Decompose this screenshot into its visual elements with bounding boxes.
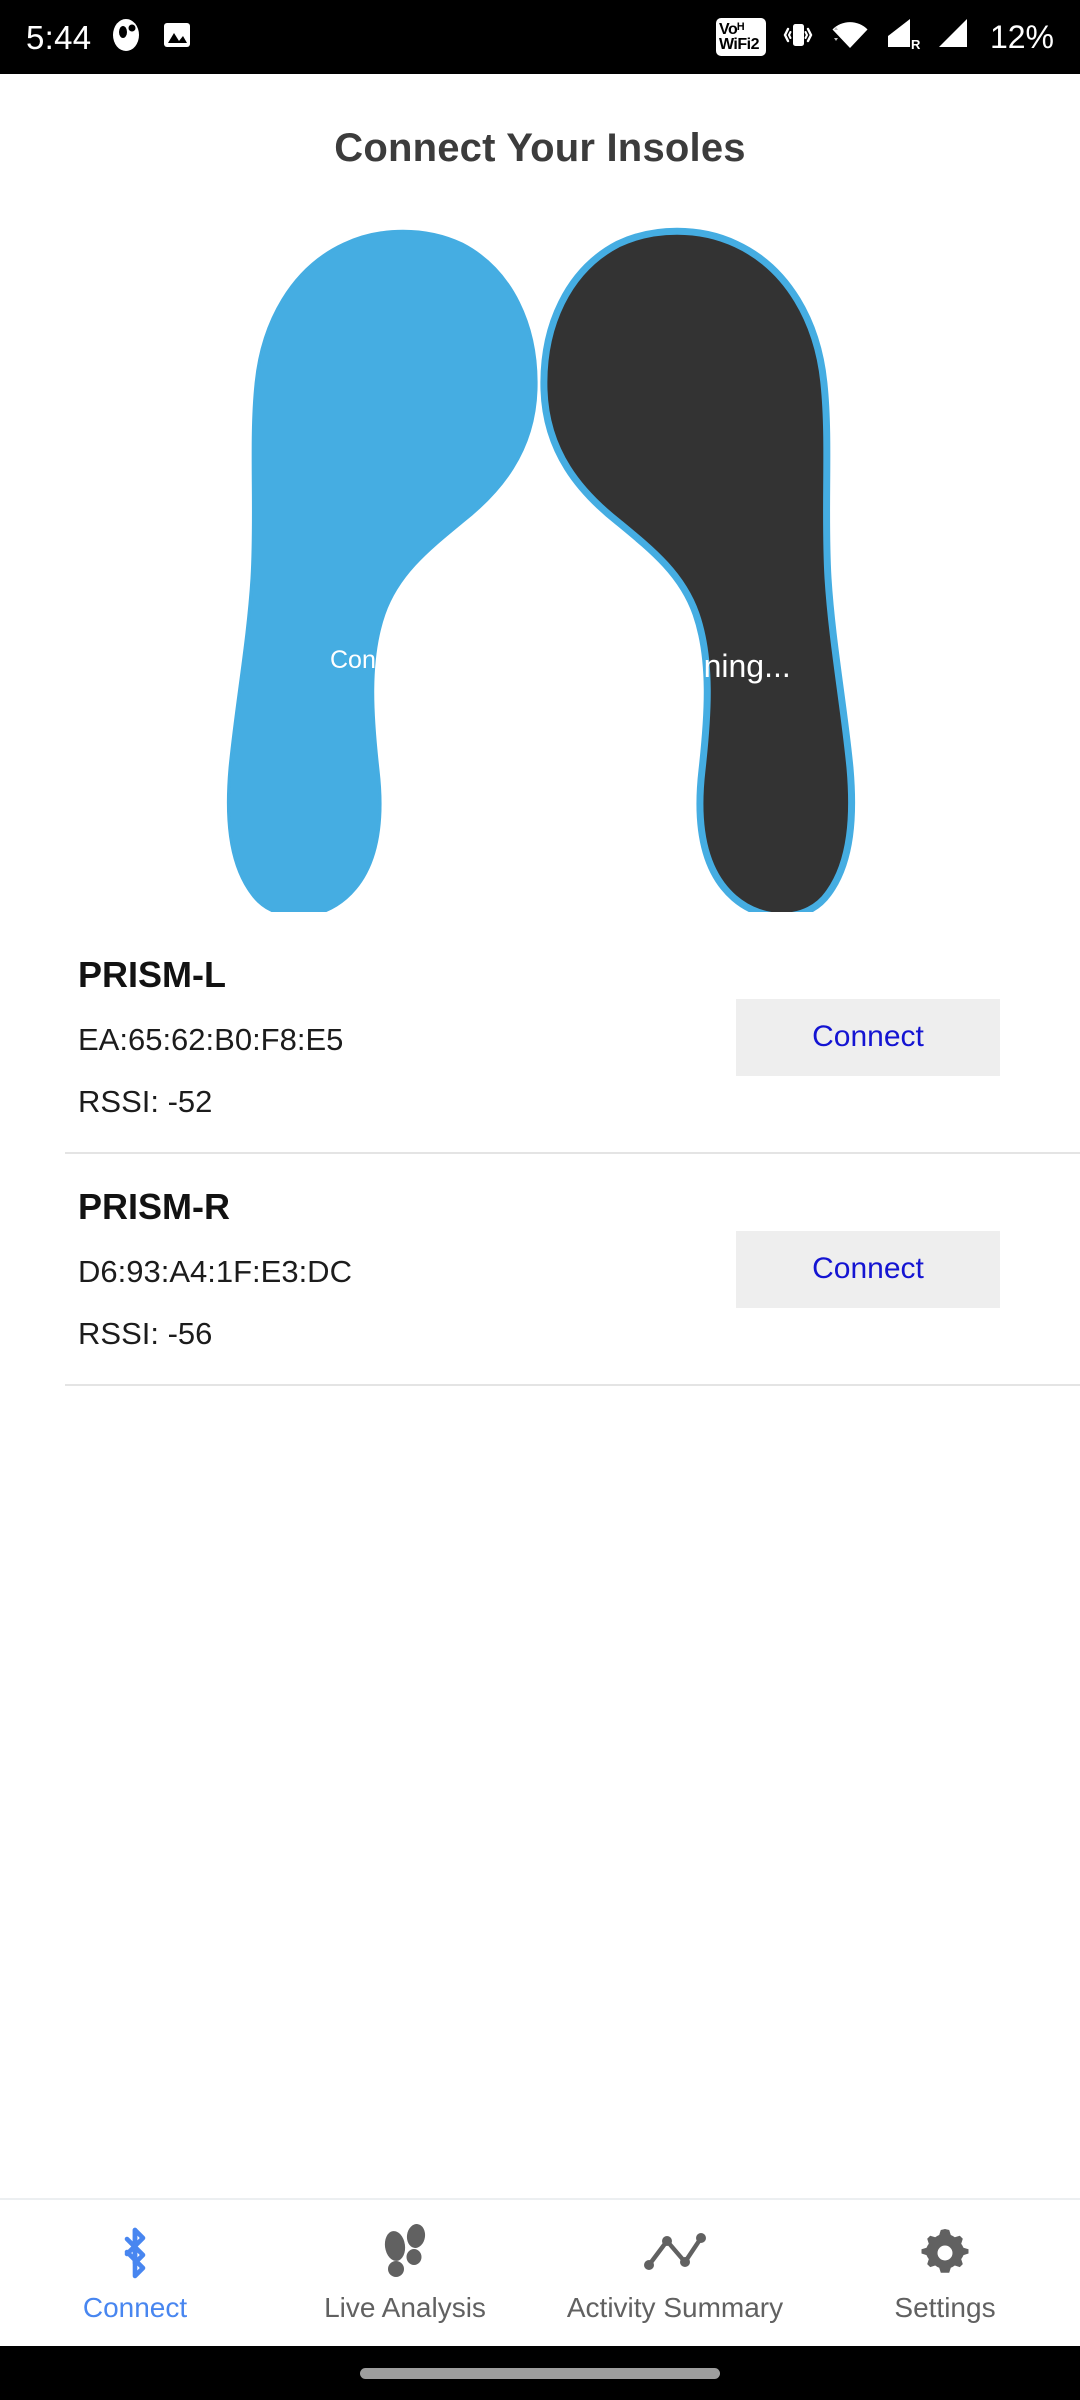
nav-item-settings[interactable]: Settings xyxy=(810,2222,1080,2324)
status-bar-clock: 5:44 xyxy=(26,18,92,56)
nav-item-activity-summary[interactable]: Activity Summary xyxy=(540,2222,810,2324)
status-bar-right: Voᴴ WiFi2 R 12% xyxy=(715,17,1054,58)
bottom-navigation-bar: Connect Live Analysis Activity Summary S… xyxy=(0,2198,1080,2346)
table-row[interactable]: PRISM-R D6:93:A4:1F:E3:DC RSSI: -56 Conn… xyxy=(0,1154,1080,1384)
device-rssi: RSSI: -52 xyxy=(78,1084,213,1119)
notification-dot-icon xyxy=(109,18,143,57)
insole-right-status-label: Listening... xyxy=(636,648,791,684)
nav-item-live-analysis[interactable]: Live Analysis xyxy=(270,2222,540,2324)
nav-label-connect: Connect xyxy=(82,2292,188,2323)
insole-pair-graphic xyxy=(226,227,856,912)
battery-percent: 12% xyxy=(989,18,1054,55)
gesture-pill[interactable] xyxy=(360,2367,720,2379)
insole-left-status-label: Connected xyxy=(330,646,451,674)
status-bar: 5:44 Voᴴ WiFi2 R 12% xyxy=(0,0,1080,74)
insole-illustration: Connected Listening... xyxy=(0,222,1080,912)
footsteps-icon xyxy=(378,2222,432,2284)
device-name: PRISM-R xyxy=(78,1186,230,1227)
nav-label-activity-summary: Activity Summary xyxy=(566,2292,784,2323)
svg-text:R: R xyxy=(911,37,921,52)
device-list: PRISM-L EA:65:62:B0:F8:E5 RSSI: -52 Conn… xyxy=(0,912,1080,1386)
list-divider xyxy=(65,1384,1080,1386)
nav-item-connect[interactable]: Connect xyxy=(0,2222,270,2324)
insole-left-shape[interactable] xyxy=(226,229,538,912)
insole-right-shape[interactable] xyxy=(540,227,856,912)
gear-icon xyxy=(917,2222,973,2284)
status-bar-left: 5:44 xyxy=(26,18,193,57)
connect-button[interactable]: Connect xyxy=(736,1230,1000,1308)
device-mac-address: D6:93:A4:1F:E3:DC xyxy=(78,1254,352,1289)
connect-button[interactable]: Connect xyxy=(736,998,1000,1076)
nav-label-live-analysis: Live Analysis xyxy=(324,2292,486,2323)
signal-icon xyxy=(936,18,972,57)
app-bar: Connect Your Insoles xyxy=(0,74,1080,230)
device-info: PRISM-R D6:93:A4:1F:E3:DC RSSI: -56 xyxy=(78,1186,736,1352)
nav-label-settings: Settings xyxy=(894,2292,996,2323)
vibrate-icon xyxy=(780,17,816,58)
line-chart-icon xyxy=(640,2222,710,2284)
device-rssi: RSSI: -56 xyxy=(78,1316,213,1351)
signal-roaming-icon: R xyxy=(884,18,922,57)
table-row[interactable]: PRISM-L EA:65:62:B0:F8:E5 RSSI: -52 Conn… xyxy=(0,922,1080,1152)
vowifi-line-1: Voᴴ xyxy=(718,21,744,38)
bluetooth-icon xyxy=(110,2222,160,2284)
device-name: PRISM-L xyxy=(78,954,226,995)
device-info: PRISM-L EA:65:62:B0:F8:E5 RSSI: -52 xyxy=(78,954,736,1120)
device-mac-address: EA:65:62:B0:F8:E5 xyxy=(78,1022,344,1057)
vowifi2-icon: Voᴴ WiFi2 xyxy=(715,18,766,56)
vowifi-line-2: WiFi2 xyxy=(718,36,760,53)
image-icon xyxy=(161,19,193,56)
page-title: Connect Your Insoles xyxy=(334,125,746,170)
system-gesture-bar xyxy=(0,2346,1080,2400)
wifi-icon xyxy=(830,18,870,57)
